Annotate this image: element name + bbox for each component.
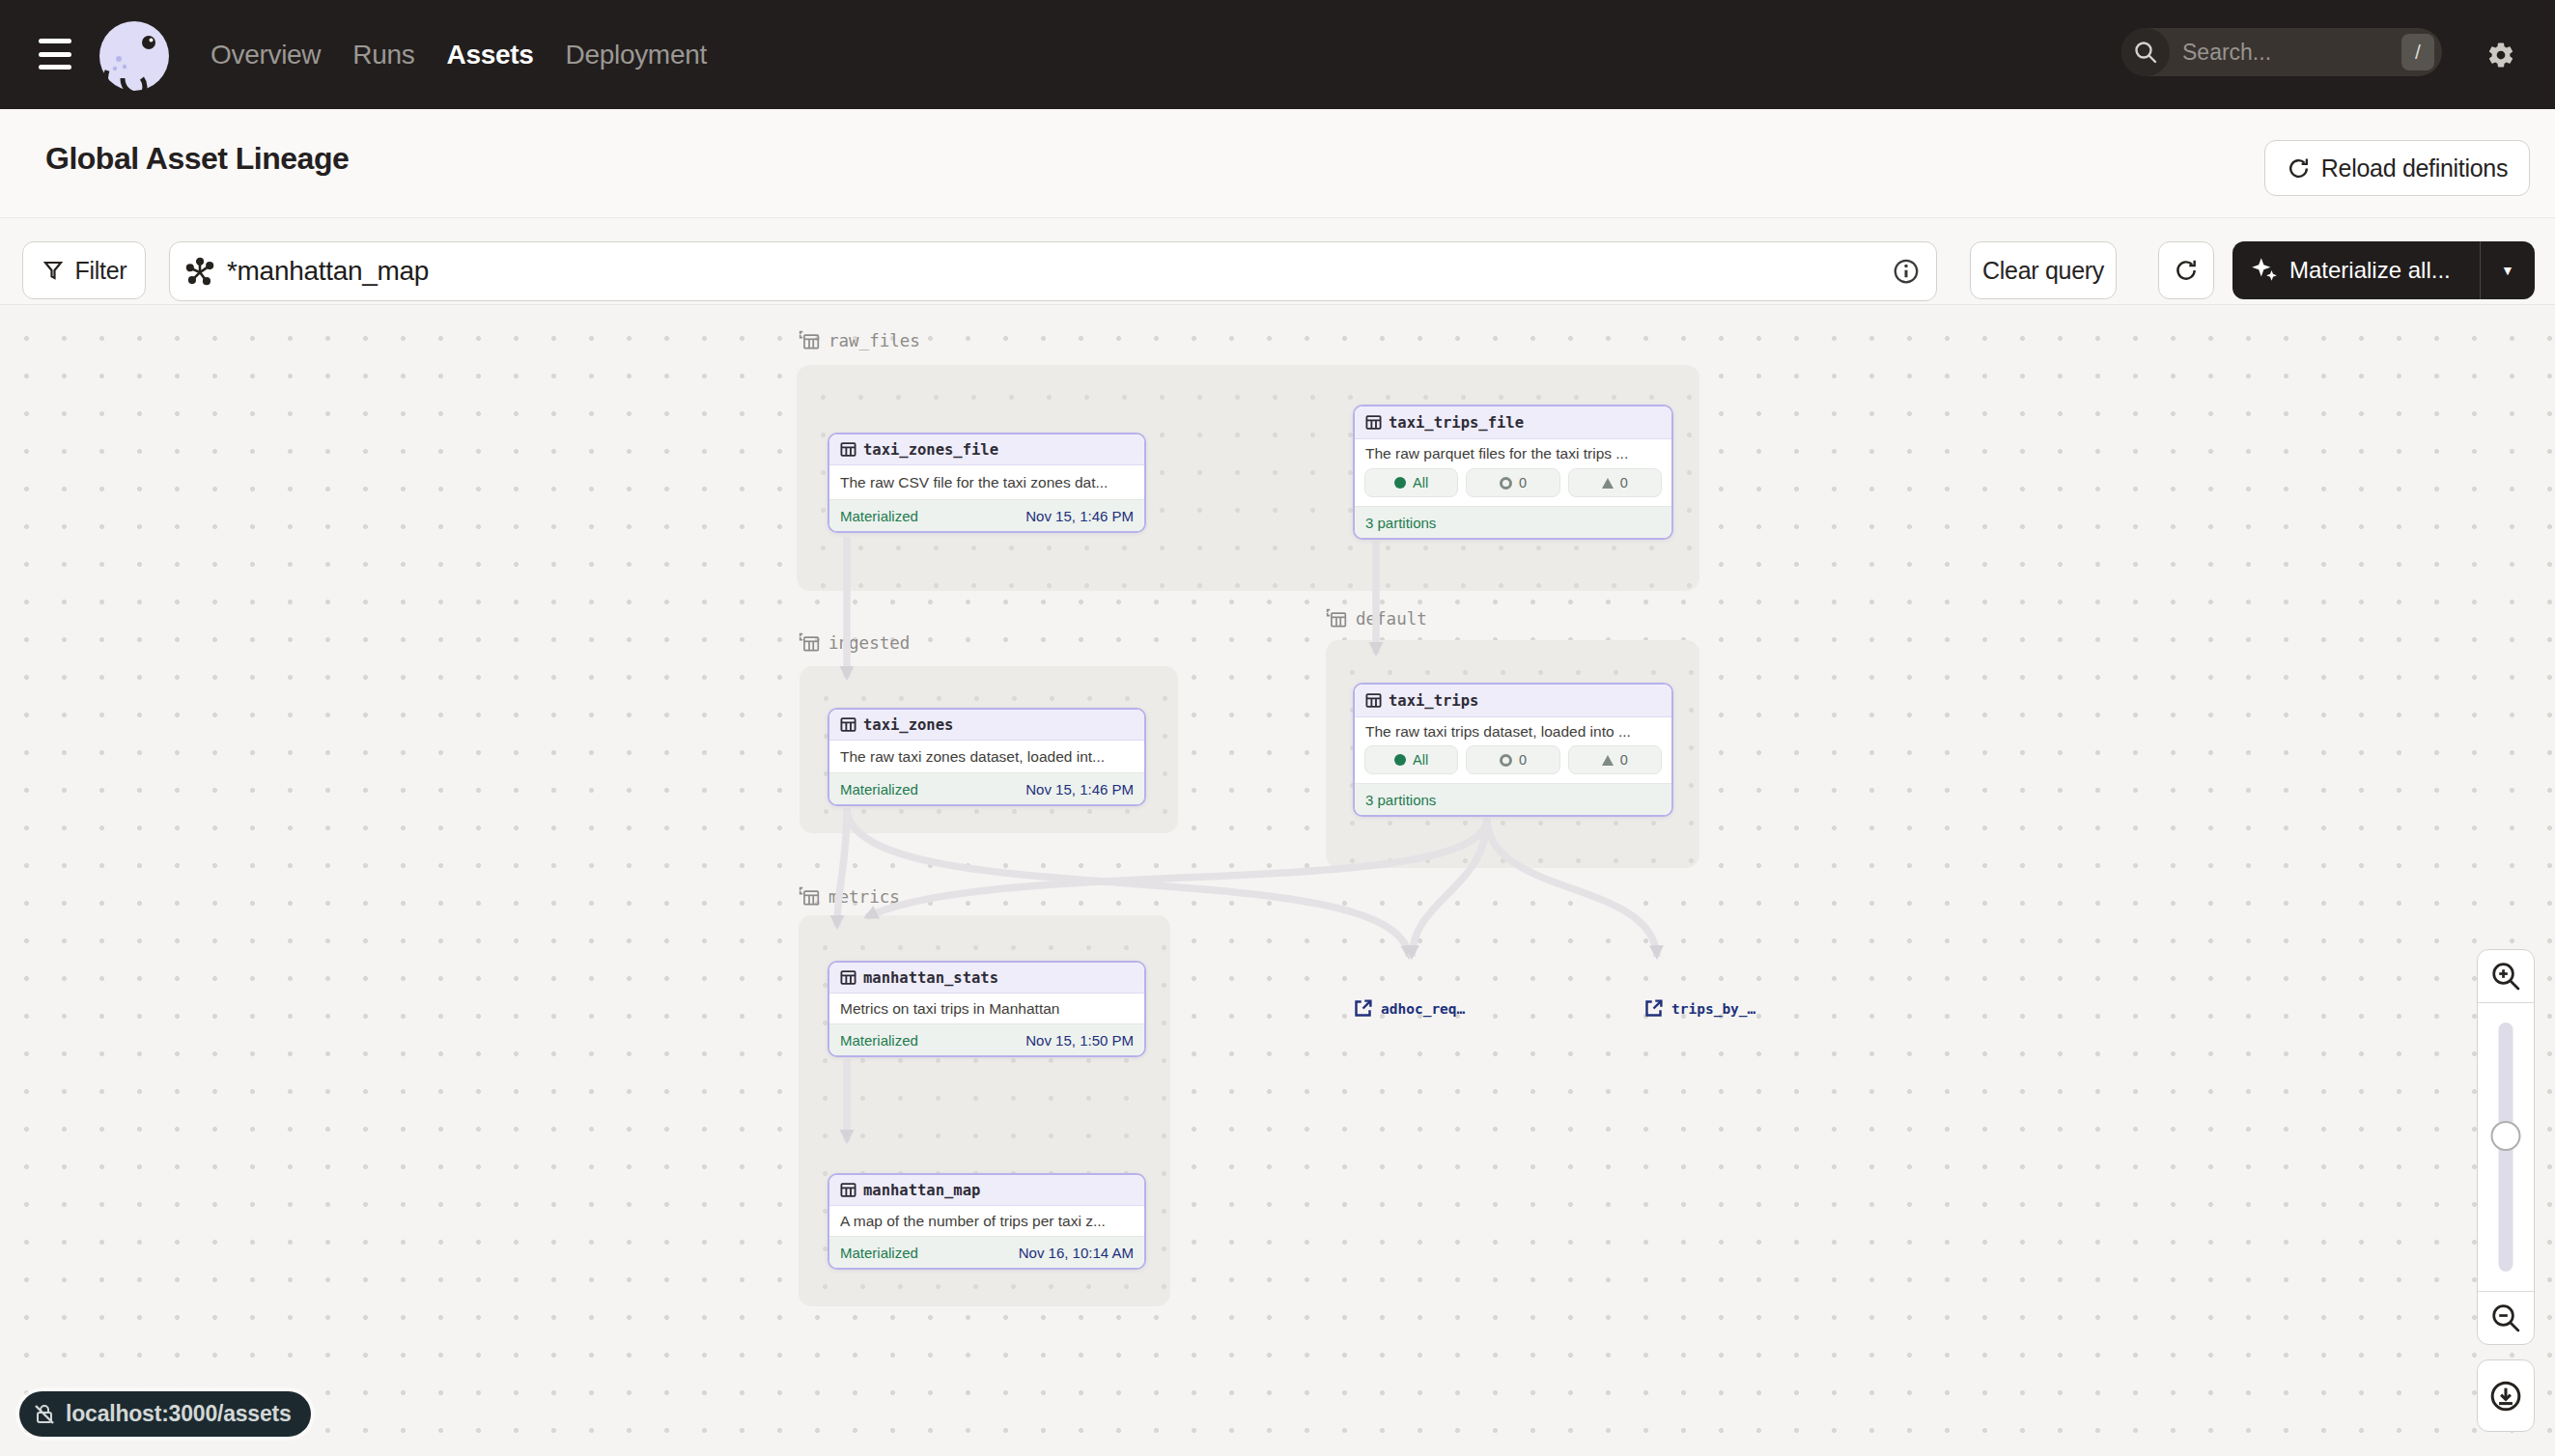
page-header: Global Asset Lineage: [0, 109, 2555, 218]
filter-button[interactable]: Filter: [22, 241, 146, 299]
group-label-ingested[interactable]: ingested: [799, 632, 910, 654]
table-icon: [840, 716, 856, 733]
asset-node-taxi-trips[interactable]: taxi_trips The raw taxi trips dataset, l…: [1353, 683, 1673, 817]
page-title: Global Asset Lineage: [45, 141, 349, 177]
dagster-logo-icon[interactable]: [98, 20, 171, 99]
partition-badge-failed: 0: [1466, 468, 1559, 497]
partition-badge-missing: 0: [1568, 745, 1662, 774]
asset-node-taxi-trips-file[interactable]: taxi_trips_file The raw parquet files fo…: [1353, 405, 1673, 540]
search-shortcut-key: /: [2401, 34, 2434, 70]
status-label: Materialized: [840, 1245, 918, 1261]
search-input[interactable]: Search... /: [2121, 28, 2442, 76]
zoom-slider-thumb[interactable]: [2491, 1121, 2521, 1151]
table-icon: [840, 969, 856, 986]
group-label-default[interactable]: default: [1326, 608, 1427, 630]
table-icon: [840, 1182, 856, 1198]
asset-node-manhattan-map[interactable]: manhattan_map A map of the number of tri…: [828, 1173, 1146, 1270]
partition-badge-missing: 0: [1568, 468, 1662, 497]
asset-query-input[interactable]: *manhattan_map: [169, 241, 1937, 301]
partition-badge-all: All: [1364, 468, 1458, 497]
materialize-all-button[interactable]: Materialize all... ▼: [2232, 241, 2535, 299]
settings-gear-icon[interactable]: [2486, 41, 2515, 70]
partitions-label: 3 partitions: [1365, 792, 1436, 808]
partitions-label: 3 partitions: [1365, 515, 1436, 531]
asset-node-taxi-zones-file[interactable]: taxi_zones_file The raw CSV file for the…: [828, 433, 1146, 533]
external-asset-trips-by-week[interactable]: trips_by_…: [1643, 998, 1755, 1019]
refresh-button[interactable]: [2158, 241, 2214, 299]
insecure-lock-icon: [33, 1403, 56, 1426]
top-navbar: Overview Runs Assets Deployment Search..…: [0, 0, 2555, 109]
table-icon: [1365, 692, 1382, 709]
info-icon[interactable]: [1892, 257, 1921, 286]
reload-definitions-button[interactable]: Reload definitions: [2264, 140, 2530, 196]
nav-deployment[interactable]: Deployment: [566, 40, 707, 70]
lineage-query-icon: [185, 257, 214, 286]
sparkle-icon: [2250, 256, 2279, 285]
status-label: Materialized: [840, 1032, 918, 1049]
url-statusbar: localhost:3000/assets: [19, 1391, 311, 1437]
group-label-metrics[interactable]: metrics: [799, 886, 900, 908]
menu-icon[interactable]: [39, 39, 71, 70]
nav-links: Overview Runs Assets Deployment: [211, 0, 707, 109]
table-icon: [840, 441, 856, 458]
zoom-slider[interactable]: [2478, 1002, 2534, 1292]
external-asset-adhoc-request[interactable]: adhoc_req…: [1353, 998, 1465, 1019]
table-icon: [1365, 414, 1382, 431]
status-time: Nov 15, 1:46 PM: [1025, 781, 1134, 798]
zoom-in-button[interactable]: [2478, 950, 2534, 1002]
nav-assets[interactable]: Assets: [446, 40, 533, 70]
status-label: Materialized: [840, 781, 918, 798]
status-time: Nov 15, 1:46 PM: [1025, 508, 1134, 524]
clear-query-button[interactable]: Clear query: [1970, 241, 2117, 299]
partition-badge-failed: 0: [1466, 745, 1559, 774]
search-placeholder: Search...: [2182, 40, 2401, 66]
asset-node-taxi-zones[interactable]: taxi_zones The raw taxi zones dataset, l…: [828, 708, 1146, 806]
nav-overview[interactable]: Overview: [211, 40, 321, 70]
asset-node-manhattan-stats[interactable]: manhattan_stats Metrics on taxi trips in…: [828, 961, 1146, 1057]
search-icon: [2121, 28, 2170, 76]
materialize-dropdown-caret[interactable]: ▼: [2481, 263, 2535, 278]
download-image-button[interactable]: [2477, 1359, 2535, 1432]
nav-runs[interactable]: Runs: [352, 40, 414, 70]
zoom-panel: [2477, 949, 2535, 1345]
group-label-raw-files[interactable]: raw_files: [799, 330, 920, 351]
status-label: Materialized: [840, 508, 918, 524]
external-link-icon: [1353, 998, 1373, 1019]
external-link-icon: [1643, 998, 1664, 1019]
query-value[interactable]: *manhattan_map: [227, 256, 1892, 287]
status-time: Nov 16, 10:14 AM: [1019, 1245, 1134, 1261]
partition-badge-all: All: [1364, 745, 1458, 774]
lineage-toolbar: Filter *manhattan_map Clear query Materi…: [0, 218, 2555, 305]
zoom-out-button[interactable]: [2478, 1292, 2534, 1344]
status-time: Nov 15, 1:50 PM: [1025, 1032, 1134, 1049]
